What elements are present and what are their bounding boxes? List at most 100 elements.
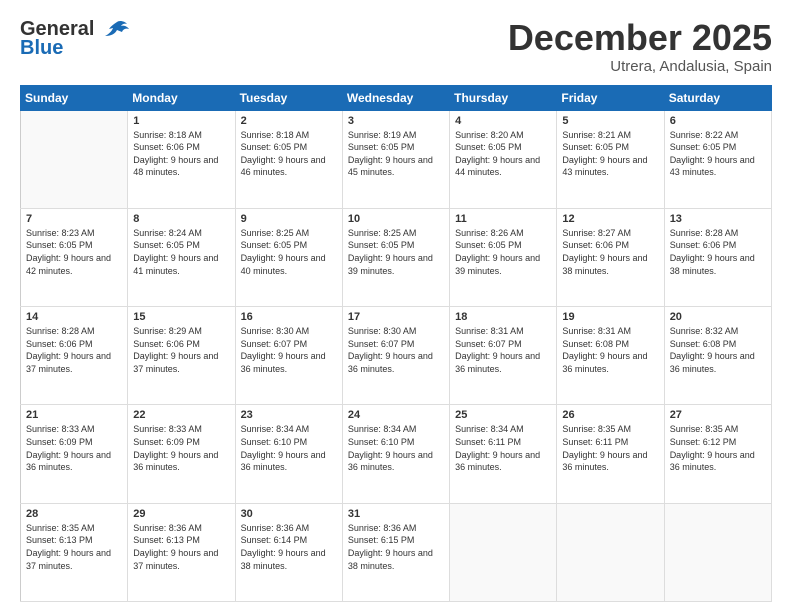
day-number: 8	[133, 213, 229, 225]
page: General Blue December 2025 Utrera, Andal…	[0, 0, 792, 612]
header: General Blue December 2025 Utrera, Andal…	[20, 18, 772, 75]
calendar-cell: 15 Sunrise: 8:29 AM Sunset: 6:06 PM Dayli…	[128, 307, 235, 405]
calendar-week-row: 28 Sunrise: 8:35 AM Sunset: 6:13 PM Dayli…	[21, 503, 772, 601]
cell-info: Sunrise: 8:35 AM Sunset: 6:12 PM Dayligh…	[670, 423, 766, 473]
day-number: 15	[133, 311, 229, 323]
day-number: 16	[241, 311, 337, 323]
calendar-cell: 22 Sunrise: 8:33 AM Sunset: 6:09 PM Dayli…	[128, 405, 235, 503]
cell-info: Sunrise: 8:35 AM Sunset: 6:13 PM Dayligh…	[26, 522, 122, 572]
cell-info: Sunrise: 8:31 AM Sunset: 6:08 PM Dayligh…	[562, 325, 658, 375]
cell-info: Sunrise: 8:33 AM Sunset: 6:09 PM Dayligh…	[133, 423, 229, 473]
calendar-cell: 10Sunrise: 8:25 AM Sunset: 6:05 PM Dayli…	[342, 208, 449, 306]
col-monday: Monday	[128, 85, 235, 110]
day-number: 18	[455, 311, 551, 323]
cell-info: Sunrise: 8:27 AM Sunset: 6:06 PM Dayligh…	[562, 227, 658, 277]
day-number: 22	[133, 409, 229, 421]
calendar-cell: 26 Sunrise: 8:35 AM Sunset: 6:11 PM Dayli…	[557, 405, 664, 503]
cell-info: Sunrise: 8:25 AM Sunset: 6:05 PM Dayligh…	[241, 227, 337, 277]
day-number: 27	[670, 409, 766, 421]
cell-info: Sunrise: 8:20 AM Sunset: 6:05 PM Dayligh…	[455, 129, 551, 179]
cell-info: Sunrise: 8:36 AM Sunset: 6:13 PM Dayligh…	[133, 522, 229, 572]
cell-info: Sunrise: 8:29 AM Sunset: 6:06 PM Dayligh…	[133, 325, 229, 375]
day-number: 14	[26, 311, 122, 323]
col-tuesday: Tuesday	[235, 85, 342, 110]
calendar-week-row: 14 Sunrise: 8:28 AM Sunset: 6:06 PM Dayli…	[21, 307, 772, 405]
calendar-cell	[450, 503, 557, 601]
cell-info: Sunrise: 8:22 AM Sunset: 6:05 PM Dayligh…	[670, 129, 766, 179]
day-number: 12	[562, 213, 658, 225]
day-number: 7	[26, 213, 122, 225]
calendar-cell: 31 Sunrise: 8:36 AM Sunset: 6:15 PM Dayli…	[342, 503, 449, 601]
calendar-header-row: Sunday Monday Tuesday Wednesday Thursday…	[21, 85, 772, 110]
day-number: 25	[455, 409, 551, 421]
calendar-cell: 24Sunrise: 8:34 AM Sunset: 6:10 PM Dayli…	[342, 405, 449, 503]
calendar-cell: 4 Sunrise: 8:20 AM Sunset: 6:05 PM Daylig…	[450, 110, 557, 208]
calendar-cell: 30Sunrise: 8:36 AM Sunset: 6:14 PM Dayli…	[235, 503, 342, 601]
cell-info: Sunrise: 8:34 AM Sunset: 6:10 PM Dayligh…	[241, 423, 337, 473]
day-number: 23	[241, 409, 337, 421]
calendar-cell: 11 Sunrise: 8:26 AM Sunset: 6:05 PM Dayli…	[450, 208, 557, 306]
calendar-cell: 5Sunrise: 8:21 AM Sunset: 6:05 PM Daylig…	[557, 110, 664, 208]
logo-text-blue: Blue	[20, 37, 63, 60]
calendar-cell: 17Sunrise: 8:30 AM Sunset: 6:07 PM Dayli…	[342, 307, 449, 405]
cell-info: Sunrise: 8:33 AM Sunset: 6:09 PM Dayligh…	[26, 423, 122, 473]
cell-info: Sunrise: 8:19 AM Sunset: 6:05 PM Dayligh…	[348, 129, 444, 179]
calendar-cell: 8 Sunrise: 8:24 AM Sunset: 6:05 PM Daylig…	[128, 208, 235, 306]
cell-info: Sunrise: 8:36 AM Sunset: 6:15 PM Dayligh…	[348, 522, 444, 572]
calendar-cell	[664, 503, 771, 601]
day-number: 28	[26, 508, 122, 520]
location-subtitle: Utrera, Andalusia, Spain	[508, 58, 772, 75]
calendar-cell: 2 Sunrise: 8:18 AM Sunset: 6:05 PM Daylig…	[235, 110, 342, 208]
cell-info: Sunrise: 8:24 AM Sunset: 6:05 PM Dayligh…	[133, 227, 229, 277]
col-sunday: Sunday	[21, 85, 128, 110]
calendar-cell: 29 Sunrise: 8:36 AM Sunset: 6:13 PM Dayli…	[128, 503, 235, 601]
col-thursday: Thursday	[450, 85, 557, 110]
calendar-cell	[557, 503, 664, 601]
cell-info: Sunrise: 8:26 AM Sunset: 6:05 PM Dayligh…	[455, 227, 551, 277]
calendar-cell: 27 Sunrise: 8:35 AM Sunset: 6:12 PM Dayli…	[664, 405, 771, 503]
col-friday: Friday	[557, 85, 664, 110]
cell-info: Sunrise: 8:35 AM Sunset: 6:11 PM Dayligh…	[562, 423, 658, 473]
day-number: 10	[348, 213, 444, 225]
day-number: 17	[348, 311, 444, 323]
cell-info: Sunrise: 8:32 AM Sunset: 6:08 PM Dayligh…	[670, 325, 766, 375]
calendar-cell	[21, 110, 128, 208]
day-number: 2	[241, 115, 337, 127]
calendar-cell: 18Sunrise: 8:31 AM Sunset: 6:07 PM Dayli…	[450, 307, 557, 405]
cell-info: Sunrise: 8:28 AM Sunset: 6:06 PM Dayligh…	[26, 325, 122, 375]
title-block: December 2025 Utrera, Andalusia, Spain	[508, 18, 772, 75]
calendar-cell: 20Sunrise: 8:32 AM Sunset: 6:08 PM Dayli…	[664, 307, 771, 405]
calendar-cell: 9 Sunrise: 8:25 AM Sunset: 6:05 PM Daylig…	[235, 208, 342, 306]
calendar-cell: 6Sunrise: 8:22 AM Sunset: 6:05 PM Daylig…	[664, 110, 771, 208]
cell-info: Sunrise: 8:23 AM Sunset: 6:05 PM Dayligh…	[26, 227, 122, 277]
calendar-cell: 3 Sunrise: 8:19 AM Sunset: 6:05 PM Daylig…	[342, 110, 449, 208]
col-wednesday: Wednesday	[342, 85, 449, 110]
day-number: 21	[26, 409, 122, 421]
cell-info: Sunrise: 8:18 AM Sunset: 6:06 PM Dayligh…	[133, 129, 229, 179]
calendar-table: Sunday Monday Tuesday Wednesday Thursday…	[20, 85, 772, 602]
day-number: 9	[241, 213, 337, 225]
calendar-week-row: 1 Sunrise: 8:18 AM Sunset: 6:06 PM Daylig…	[21, 110, 772, 208]
cell-info: Sunrise: 8:18 AM Sunset: 6:05 PM Dayligh…	[241, 129, 337, 179]
cell-info: Sunrise: 8:21 AM Sunset: 6:05 PM Dayligh…	[562, 129, 658, 179]
cell-info: Sunrise: 8:30 AM Sunset: 6:07 PM Dayligh…	[241, 325, 337, 375]
month-title: December 2025	[508, 18, 772, 58]
calendar-cell: 13Sunrise: 8:28 AM Sunset: 6:06 PM Dayli…	[664, 208, 771, 306]
calendar-week-row: 21 Sunrise: 8:33 AM Sunset: 6:09 PM Dayli…	[21, 405, 772, 503]
logo-bird-icon	[97, 20, 129, 40]
cell-info: Sunrise: 8:34 AM Sunset: 6:11 PM Dayligh…	[455, 423, 551, 473]
day-number: 29	[133, 508, 229, 520]
day-number: 13	[670, 213, 766, 225]
col-saturday: Saturday	[664, 85, 771, 110]
day-number: 31	[348, 508, 444, 520]
calendar-cell: 12 Sunrise: 8:27 AM Sunset: 6:06 PM Dayli…	[557, 208, 664, 306]
calendar-cell: 19Sunrise: 8:31 AM Sunset: 6:08 PM Dayli…	[557, 307, 664, 405]
day-number: 1	[133, 115, 229, 127]
day-number: 11	[455, 213, 551, 225]
day-number: 30	[241, 508, 337, 520]
calendar-cell: 16 Sunrise: 8:30 AM Sunset: 6:07 PM Dayli…	[235, 307, 342, 405]
day-number: 3	[348, 115, 444, 127]
day-number: 4	[455, 115, 551, 127]
cell-info: Sunrise: 8:34 AM Sunset: 6:10 PM Dayligh…	[348, 423, 444, 473]
day-number: 26	[562, 409, 658, 421]
